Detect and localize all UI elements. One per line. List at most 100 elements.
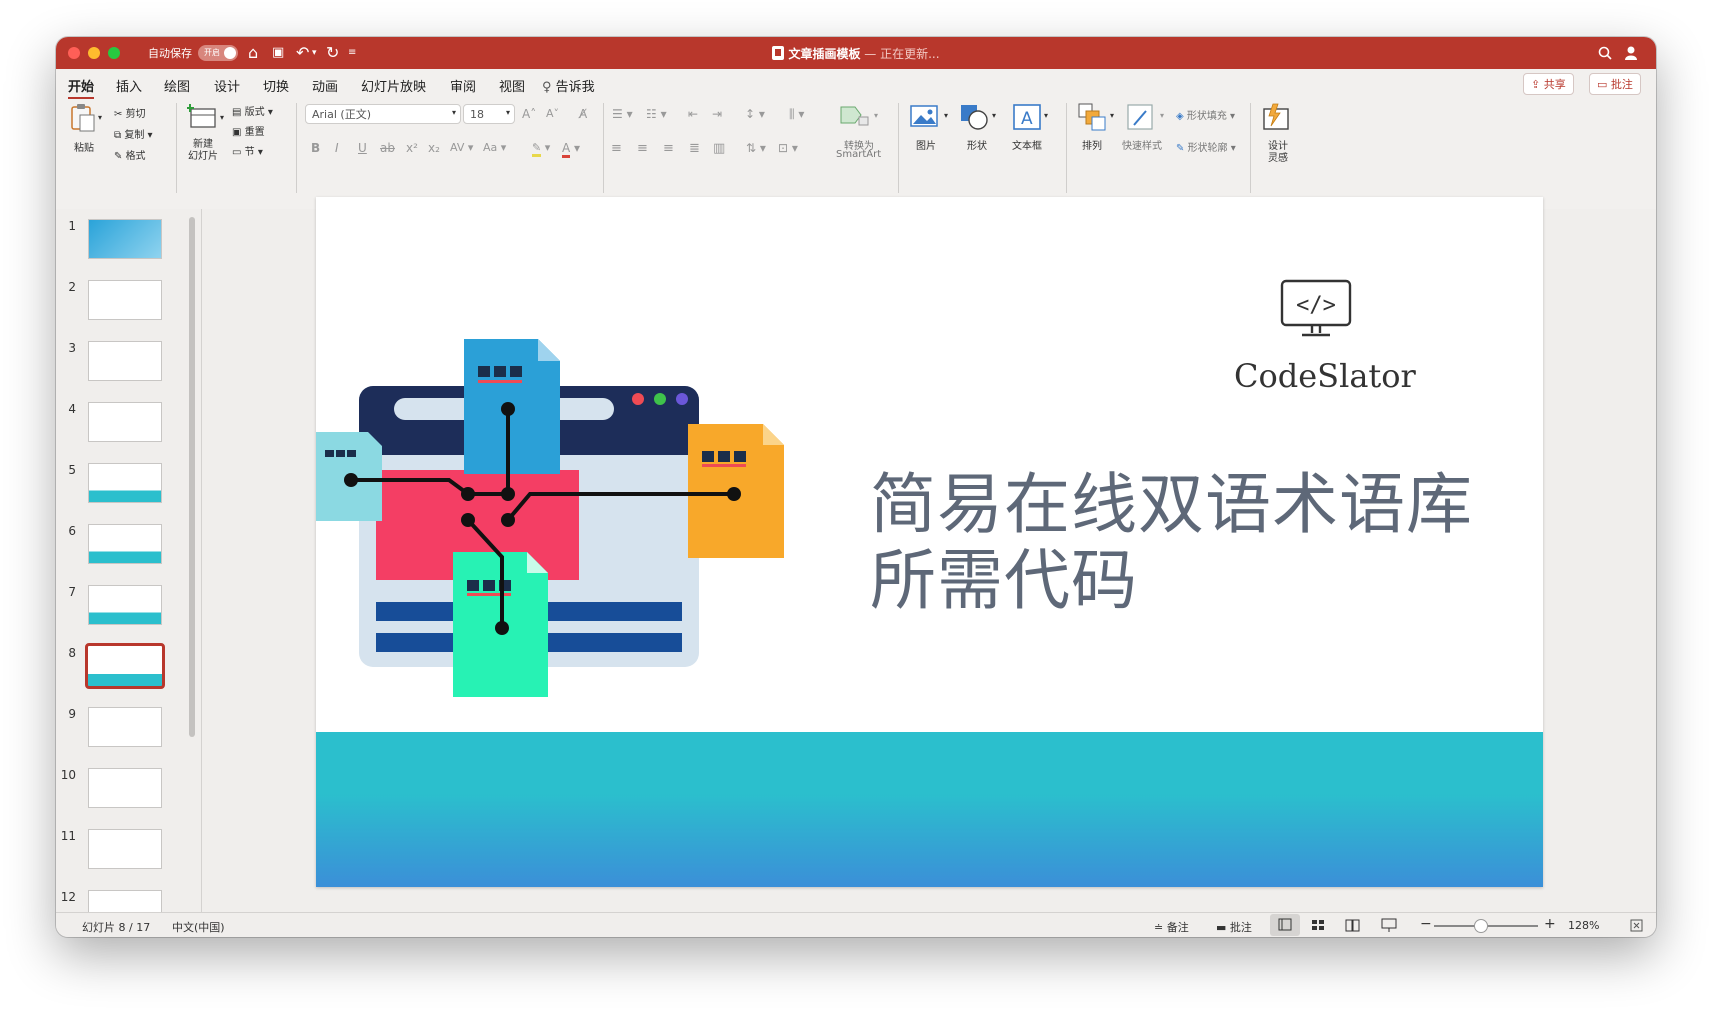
textbox-dropdown-icon: ▾ <box>1044 111 1049 120</box>
tab-draw[interactable]: 绘图 <box>164 76 190 95</box>
slide-thumbnail[interactable] <box>88 402 162 442</box>
shapes-icon <box>961 105 988 130</box>
ribbon-home: ▾ 粘贴 ✂ 剪切 ⧉ 复制 ▾ ✎ 格式 ▾ 新建 幻灯片 ▤ 版式 ▾ ▣ … <box>56 99 1656 210</box>
smartart-dropdown-icon: ▾ <box>874 111 879 120</box>
slide-thumbnail-number: 9 <box>68 707 76 721</box>
picture-icon <box>910 105 938 127</box>
increase-indent-icon[interactable]: ⇥ <box>712 107 722 121</box>
fit-to-window-icon[interactable] <box>1630 919 1643 932</box>
paste-dropdown-icon: ▾ <box>98 113 103 122</box>
subscript-icon[interactable]: x₂ <box>428 141 440 155</box>
bullets-icon[interactable]: ☰ ▾ <box>612 107 633 121</box>
grid-view-icon <box>1312 920 1324 930</box>
notes-icon: ≐ <box>1154 921 1167 934</box>
layout-icon: ▤ <box>232 107 245 118</box>
numbering-icon[interactable]: ☷ ▾ <box>646 107 667 121</box>
section-icon: ▭ <box>232 147 245 158</box>
current-slide[interactable]: </> CodeSlator 简易在线双语术语库 所需代码 <box>316 197 1543 887</box>
language-indicator[interactable]: 中文(中国) <box>172 919 225 935</box>
shrink-font-icon[interactable]: A˅ <box>546 107 559 120</box>
highlight-icon[interactable]: ✎ ▾ <box>532 141 550 157</box>
notes-button[interactable]: ≐ 备注 <box>1154 919 1189 935</box>
reading-view-button[interactable] <box>1338 914 1368 936</box>
slide-thumbnail[interactable] <box>88 707 162 747</box>
tab-slideshow[interactable]: 幻灯片放映 <box>361 76 426 95</box>
shape-fill-button[interactable]: ◈ 形状填充 ▾ <box>1176 107 1235 122</box>
align-text-icon[interactable]: ⊡ ▾ <box>778 141 798 155</box>
tab-view[interactable]: 视图 <box>499 76 525 95</box>
svg-text:A: A <box>1021 109 1033 129</box>
decrease-indent-icon[interactable]: ⇤ <box>688 107 698 121</box>
search-icon[interactable] <box>1598 46 1612 60</box>
font-name-select[interactable]: Arial (正文) <box>305 104 461 124</box>
section-button[interactable]: ▭ 节 ▾ <box>232 143 263 158</box>
slide-footer-band <box>316 732 1543 887</box>
cut-button[interactable]: ✂ 剪切 <box>114 105 146 120</box>
thumbnail-scrollbar[interactable] <box>189 217 195 737</box>
zoom-slider-thumb[interactable] <box>1473 919 1488 933</box>
zoom-in-button[interactable]: + <box>1544 916 1556 932</box>
slide-thumbnail[interactable] <box>88 585 162 625</box>
font-size-dropdown-icon[interactable]: ▾ <box>506 108 510 117</box>
tab-design[interactable]: 设计 <box>214 76 240 95</box>
share-button[interactable]: ⇪ 共享 <box>1523 73 1574 95</box>
grow-font-icon[interactable]: A˄ <box>522 107 536 121</box>
slide-thumbnail[interactable] <box>88 829 162 869</box>
slideshow-view-button[interactable] <box>1374 914 1404 936</box>
slide-thumbnail[interactable] <box>88 280 162 320</box>
align-right-icon[interactable]: ≡ <box>663 141 674 156</box>
normal-view-button[interactable] <box>1270 914 1300 936</box>
columns-icon[interactable]: ⫼ ▾ <box>789 107 804 122</box>
clear-formatting-icon[interactable]: A̸ <box>579 107 587 121</box>
align-left-icon[interactable]: ≡ <box>611 141 622 156</box>
superscript-icon[interactable]: x² <box>406 141 418 155</box>
font-name-dropdown-icon[interactable]: ▾ <box>452 108 456 117</box>
zoom-percentage[interactable]: 128% <box>1568 919 1599 932</box>
distribute-icon[interactable]: ▥ <box>713 141 725 156</box>
account-icon[interactable] <box>1624 45 1640 61</box>
slide-thumbnail-number: 3 <box>68 341 76 355</box>
slide-title[interactable]: 简易在线双语术语库 所需代码 <box>870 467 1520 619</box>
zoom-out-button[interactable]: − <box>1420 916 1432 932</box>
text-direction-icon[interactable]: ⇅ ▾ <box>746 141 766 155</box>
scissors-icon: ✂ <box>114 109 126 120</box>
strikethrough-icon[interactable]: ab <box>380 141 395 155</box>
slide-thumbnail[interactable] <box>88 768 162 808</box>
character-spacing-icon[interactable]: AV ▾ <box>450 141 473 154</box>
tab-home[interactable]: 开始 <box>68 76 95 99</box>
slide-counter: 幻灯片 8 / 17 <box>82 921 151 934</box>
slide-thumbnail[interactable] <box>88 463 162 503</box>
svg-text:</>: </> <box>1296 293 1336 318</box>
shape-outline-button[interactable]: ✎ 形状轮廓 ▾ <box>1176 139 1236 154</box>
copy-button[interactable]: ⧉ 复制 ▾ <box>114 126 153 141</box>
line-spacing-icon[interactable]: ↕ ▾ <box>745 107 765 121</box>
tab-review[interactable]: 审阅 <box>450 76 476 95</box>
tab-tell-me[interactable]: ♀ 告诉我 <box>542 76 595 95</box>
slide-thumbnail[interactable] <box>88 524 162 564</box>
reset-button[interactable]: ▣ 重置 <box>232 123 265 138</box>
slide-sorter-view-button[interactable] <box>1304 914 1334 936</box>
change-case-icon[interactable]: Aa ▾ <box>483 141 506 154</box>
arrange-icon <box>1078 103 1106 131</box>
italic-icon[interactable]: I <box>335 141 339 155</box>
slide-thumbnail-number: 2 <box>68 280 76 294</box>
slide-thumbnail-number: 5 <box>68 463 76 477</box>
tab-transitions[interactable]: 切换 <box>263 76 289 95</box>
document-title[interactable]: 文章插画模板 — 正在更新... <box>56 45 1656 62</box>
design-ideas-icon <box>1263 103 1289 130</box>
justify-icon[interactable]: ≣ <box>689 141 700 156</box>
align-center-icon[interactable]: ≡ <box>637 141 648 156</box>
tab-insert[interactable]: 插入 <box>116 76 142 95</box>
format-painter-button[interactable]: ✎ 格式 <box>114 147 146 162</box>
status-comments-button[interactable]: ▬ 批注 <box>1216 919 1252 935</box>
slide-thumbnail[interactable] <box>88 219 162 259</box>
underline-icon[interactable]: U <box>358 141 367 155</box>
font-color-icon[interactable]: A ▾ <box>562 141 580 158</box>
share-icon: ⇪ <box>1531 78 1544 91</box>
bold-icon[interactable]: B <box>311 141 320 155</box>
layout-button[interactable]: ▤ 版式 ▾ <box>232 103 273 118</box>
comments-button[interactable]: ▭ 批注 <box>1589 73 1641 95</box>
slide-thumbnail[interactable] <box>85 643 165 689</box>
tab-animations[interactable]: 动画 <box>312 76 338 95</box>
slide-thumbnail[interactable] <box>88 341 162 381</box>
